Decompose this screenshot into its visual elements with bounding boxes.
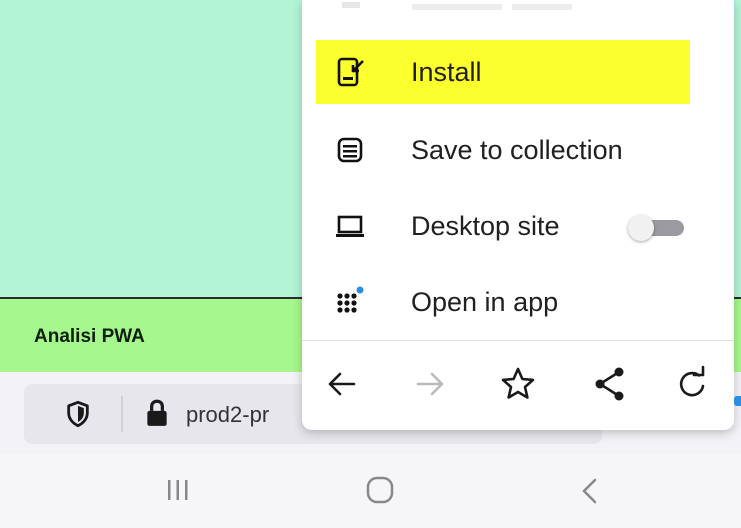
desktop-site-toggle[interactable] xyxy=(628,215,686,241)
menu-item-install[interactable]: Install xyxy=(316,40,690,104)
overflow-menu: Install Save to collection Desktop site xyxy=(302,0,734,430)
menu-divider xyxy=(302,340,734,341)
menu-item-label: Install xyxy=(411,57,482,87)
reload-icon[interactable] xyxy=(672,364,712,404)
recents-icon[interactable] xyxy=(158,474,198,508)
cutoff-item xyxy=(342,2,572,10)
menu-item-desktop-site[interactable]: Desktop site xyxy=(316,194,690,258)
menu-item-save-to-collection[interactable]: Save to collection xyxy=(316,118,690,182)
share-icon[interactable] xyxy=(590,364,630,404)
shield-icon[interactable] xyxy=(64,400,92,428)
back-chevron-icon[interactable] xyxy=(570,474,610,508)
home-icon[interactable] xyxy=(360,474,400,508)
url-bar-divider xyxy=(121,396,123,432)
notification-dot xyxy=(356,286,364,294)
star-icon[interactable] xyxy=(498,364,538,404)
page-title: Analisi PWA xyxy=(34,326,145,347)
forward-arrow-icon[interactable] xyxy=(410,364,450,404)
back-arrow-icon[interactable] xyxy=(322,364,362,404)
laptop-icon xyxy=(336,215,364,237)
system-nav-bar xyxy=(0,454,741,528)
collection-icon xyxy=(337,137,363,163)
toggle-knob xyxy=(628,215,654,241)
edge-indicator xyxy=(734,396,741,406)
install-app-icon xyxy=(337,57,364,87)
menu-item-label: Save to collection xyxy=(411,135,623,165)
grid-app-icon xyxy=(337,286,364,313)
menu-item-label: Open in app xyxy=(411,287,559,317)
menu-item-label: Desktop site xyxy=(411,211,560,241)
lock-icon[interactable] xyxy=(144,398,170,428)
menu-item-open-in-app[interactable]: Open in app xyxy=(316,270,690,334)
